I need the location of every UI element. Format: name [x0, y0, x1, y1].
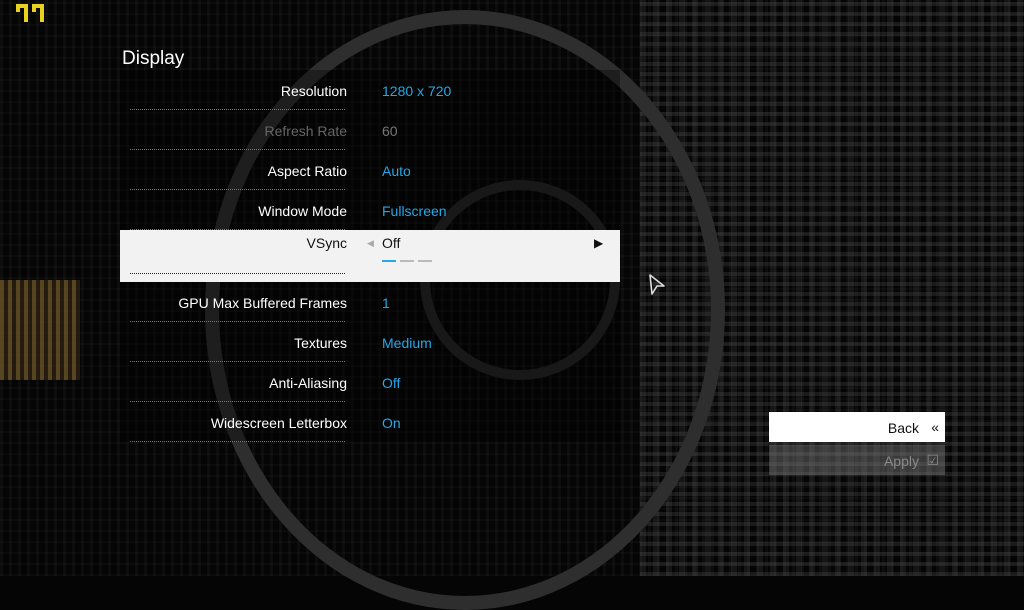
panel-title: Display: [122, 48, 185, 69]
setting-value: 1: [382, 295, 390, 311]
setting-anti-aliasing[interactable]: Anti-Aliasing Off: [120, 362, 620, 402]
option-indicator: [382, 260, 432, 262]
back-button-label: Back: [887, 420, 919, 436]
setting-value: Medium: [382, 335, 432, 351]
setting-resolution[interactable]: Resolution 1280 x 720: [120, 70, 620, 110]
apply-checkbox-icon: ☑: [926, 452, 939, 468]
setting-aspect-ratio[interactable]: Aspect Ratio Auto: [120, 150, 620, 190]
setting-vsync[interactable]: VSync ◀ Off ▶: [120, 230, 620, 282]
setting-value: Auto: [382, 163, 411, 179]
option-pip: [400, 260, 414, 262]
setting-label: GPU Max Buffered Frames: [178, 295, 347, 311]
setting-value: On: [382, 415, 401, 431]
setting-refresh-rate: Refresh Rate 60: [120, 110, 620, 150]
setting-label: Textures: [294, 335, 347, 351]
setting-value: 1280 x 720: [382, 83, 452, 99]
setting-textures[interactable]: Textures Medium: [120, 322, 620, 362]
setting-value: Off: [382, 235, 401, 251]
setting-label: Widescreen Letterbox: [210, 415, 347, 431]
setting-widescreen-letterbox[interactable]: Widescreen Letterbox On: [120, 402, 620, 442]
setting-label: Anti-Aliasing: [269, 375, 347, 391]
divider: [130, 441, 345, 442]
setting-label: Resolution: [280, 83, 347, 99]
mouse-cursor-icon: [649, 274, 665, 295]
option-pip: [382, 260, 396, 262]
apply-button-label: Apply: [883, 453, 919, 469]
setting-gpu-max-buffered-frames[interactable]: GPU Max Buffered Frames 1: [120, 282, 620, 322]
setting-label: Aspect Ratio: [267, 163, 347, 179]
setting-label: Window Mode: [258, 203, 347, 219]
apply-button[interactable]: Apply ☑: [769, 445, 945, 475]
option-pip: [418, 260, 432, 262]
double-chevron-left-icon: «: [931, 419, 939, 435]
divider: [130, 273, 345, 274]
back-button[interactable]: Back «: [769, 412, 945, 442]
setting-value: 60: [382, 123, 398, 139]
setting-label: VSync: [306, 235, 347, 251]
setting-value: Off: [382, 375, 401, 391]
background-left-figure: [0, 280, 80, 380]
setting-value: Fullscreen: [382, 203, 447, 219]
next-option-icon[interactable]: ▶: [594, 236, 603, 250]
display-settings-list: Resolution 1280 x 720 Refresh Rate 60 As…: [120, 70, 620, 442]
setting-window-mode[interactable]: Window Mode Fullscreen: [120, 190, 620, 230]
game-logo-icon: [16, 4, 44, 22]
setting-label: Refresh Rate: [264, 123, 347, 139]
previous-option-icon[interactable]: ◀: [367, 238, 374, 249]
